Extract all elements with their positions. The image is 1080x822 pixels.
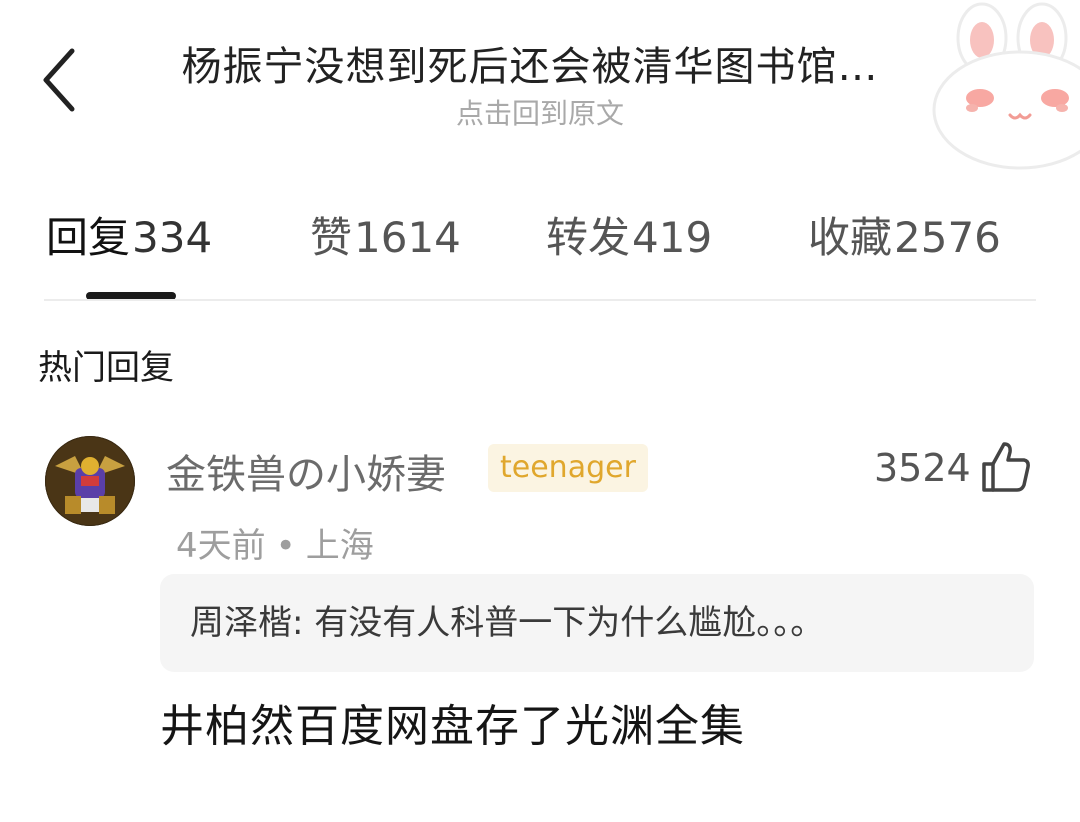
divider <box>44 299 1036 301</box>
tab-label: 回复 <box>46 213 131 262</box>
avatar[interactable] <box>45 436 135 526</box>
comment-meta: 4天前 • 上海 <box>176 518 374 567</box>
chevron-left-icon <box>43 48 75 112</box>
post-title: 杨振宁没想到死后还会被清华图书馆… <box>181 44 879 90</box>
tab-count: 419 <box>632 213 713 262</box>
quoted-reply-text: 周泽楷: 有没有人科普一下为什么尴尬。。。 <box>190 603 825 643</box>
tab-label: 转发 <box>546 213 631 262</box>
tab-bar: 回复334 赞1614 转发419 收藏2576 <box>0 205 1080 275</box>
tab-favorites[interactable]: 收藏2576 <box>808 205 1001 271</box>
quoted-reply[interactable]: 周泽楷: 有没有人科普一下为什么尴尬。。。 <box>160 574 1034 672</box>
like-button[interactable] <box>980 440 1032 494</box>
like-count: 3524 <box>874 446 971 490</box>
comment-location: 上海 <box>305 526 374 566</box>
tab-replies[interactable]: 回复334 <box>46 205 212 271</box>
tab-likes[interactable]: 赞1614 <box>310 205 461 271</box>
comment-time: 4天前 <box>176 526 266 566</box>
meta-separator: • <box>275 526 296 566</box>
tab-count: 2576 <box>894 213 1001 262</box>
thumbs-up-icon <box>982 442 1030 492</box>
section-title: 热门回复 <box>38 348 174 388</box>
avatar-image <box>45 436 135 526</box>
tab-reposts[interactable]: 转发419 <box>546 205 712 271</box>
bunny-icon <box>932 2 1080 170</box>
tab-count: 334 <box>132 213 213 262</box>
comment-username[interactable]: 金铁兽の小娇妻 <box>166 442 446 500</box>
tab-label: 赞 <box>310 213 353 262</box>
user-badge: teenager <box>488 444 648 492</box>
back-button[interactable] <box>30 44 90 116</box>
tab-label: 收藏 <box>808 213 893 262</box>
tab-count: 1614 <box>354 213 461 262</box>
back-to-original-link[interactable]: 点击回到原文 <box>340 92 740 132</box>
comment-page: 杨振宁没想到死后还会被清华图书馆… 点击回到原文 回复334 赞1614 转发4… <box>0 0 1080 822</box>
comment-text: 井柏然百度网盘存了光渊全集 <box>160 701 745 752</box>
